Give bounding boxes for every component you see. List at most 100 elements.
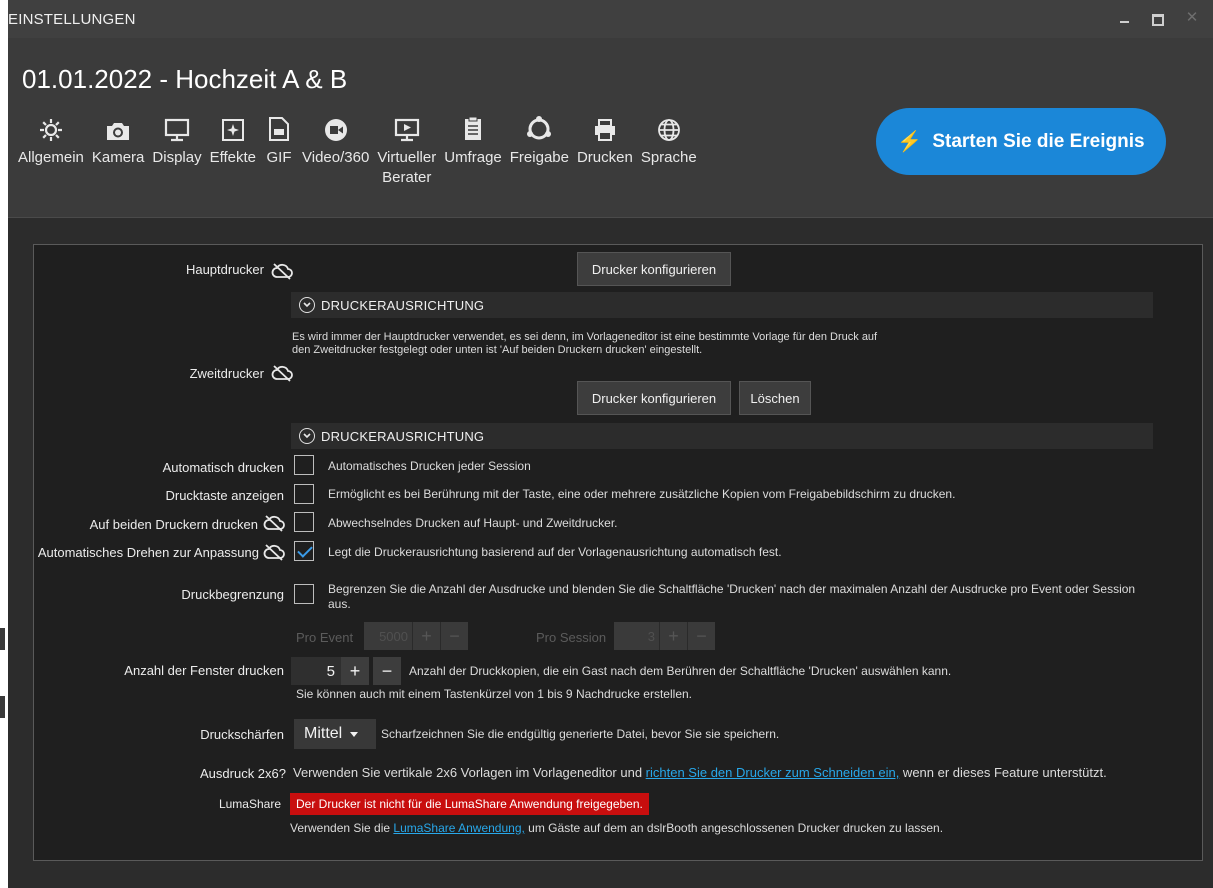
video-icon [321,112,351,148]
tab-umfrage[interactable]: Umfrage [440,112,506,188]
start-event-label: Starten Sie die Ereignis [932,130,1145,152]
per-session-input[interactable]: 3 [614,622,659,650]
tab-display[interactable]: Display [148,112,205,188]
per-event-decrement-button[interactable]: − [440,622,468,650]
lumashare-app-link[interactable]: LumaShare Anwendung, [393,821,524,835]
maximize-button[interactable] [1151,10,1165,26]
share-icon [524,112,554,148]
sharpen-label: Druckschärfen [200,727,284,742]
sharpen-description: Scharfzeichnen Sie die endgültig generie… [381,727,780,741]
option-description: Legt die Druckerausrichtung basierend au… [328,545,782,559]
copies-input[interactable]: 5 [291,657,341,685]
tab-virtueller-berater[interactable]: Virtueller Berater [373,112,440,188]
tab-label: Video/360 [302,149,370,166]
per-session-decrement-button[interactable]: − [687,622,715,650]
print-settings-panel: Hauptdrucker Drucker konfigurieren DRUCK… [33,244,1203,861]
tab-sprache[interactable]: Sprache [637,112,701,188]
chevron-down-icon [299,297,315,313]
effects-icon [218,112,248,148]
monitor-icon [162,112,192,148]
clipboard-icon [458,112,488,148]
tab-label: Virtueller Berater [377,149,437,186]
per-session-label: Pro Session [536,630,607,645]
option-label: Auf beiden Druckern drucken [89,517,258,532]
gear-icon [36,112,66,148]
option-description: Abwechselndes Drucken auf Haupt- und Zwe… [328,516,618,530]
gif-file-icon [264,112,294,148]
tab-allgemein[interactable]: Allgemein [14,112,88,188]
print-2x6-text: Verwenden Sie vertikale 2x6 Vorlagen im … [293,765,1107,780]
tab-freigabe[interactable]: Freigabe [506,112,573,188]
second-printer-label: Zweitdrucker [189,366,264,381]
window-controls: ✕ [1117,10,1199,26]
option-description: Automatisches Drucken jeder Session [328,459,531,473]
option-label: Drucktaste anzeigen [165,488,284,503]
configure-second-printer-button[interactable]: Drucker konfigurieren [577,381,731,415]
option-label: Druckbegrenzung [181,587,284,602]
event-title: 01.01.2022 - Hochzeit A & B [22,64,348,94]
delete-second-printer-button[interactable]: Löschen [739,381,811,415]
option-label: Automatisch drucken [162,460,284,475]
lumashare-text-before: Verwenden Sie die [290,821,394,835]
tab-label: Umfrage [444,149,502,166]
printer-cutting-link[interactable]: richten Sie den Drucker zum Schneiden ei… [646,765,900,780]
section-title: DRUCKERAUSRICHTUNG [321,428,485,444]
tab-label: Display [152,149,202,166]
option-label: Automatisches Drehen zur Anpassung [37,545,259,560]
tab-label: Freigabe [509,149,569,166]
print-limit-checkbox[interactable] [294,584,314,604]
minimize-button[interactable] [1117,10,1131,26]
window-title: EINSTELLUNGEN [8,11,136,28]
tab-effekte[interactable]: Effekte [206,112,260,188]
label-clip: Automatisches Drehen zur Anpassung [34,541,259,563]
lumashare-text: Verwenden Sie die LumaShare Anwendung, u… [290,821,943,836]
printer-icon [590,112,620,148]
copies-note: Sie können auch mit einem Tastenkürzel v… [296,687,692,701]
per-event-label: Pro Event [296,630,354,645]
copies-increment-button[interactable]: + [341,657,369,685]
configure-main-printer-button[interactable]: Drucker konfigurieren [577,252,731,286]
second-printer-orientation-toggle[interactable]: DRUCKERAUSRICHTUNG [291,423,1153,449]
tab-label: GIF [266,149,292,166]
tab-kamera[interactable]: Kamera [88,112,149,188]
tab-drucken[interactable]: Drucken [573,112,637,188]
presentation-icon [392,112,422,148]
section-title: DRUCKERAUSRICHTUNG [321,297,485,313]
per-event-input[interactable]: 5000 [364,622,412,650]
copies-label: Anzahl der Fenster drucken [124,663,284,678]
copies-decrement-button[interactable]: − [373,657,401,685]
chevron-down-icon [350,731,359,737]
show-print-button-checkbox[interactable] [294,484,314,504]
per-event-increment-button[interactable]: + [412,622,440,650]
cloud-off-icon [271,365,293,382]
print-both-printers-checkbox[interactable] [294,512,314,532]
copies-description: Anzahl der Druckkopien, die ein Gast nac… [409,664,952,678]
chevron-down-icon [299,428,315,444]
main-printer-orientation-toggle[interactable]: DRUCKERAUSRICHTUNG [291,292,1153,318]
option-description: Ermöglicht es bei Berührung mit der Tast… [328,487,956,501]
tab-label: Kamera [91,149,145,166]
tab-gif[interactable]: GIF [260,112,298,188]
per-session-increment-button[interactable]: + [659,622,687,650]
print-2x6-text-before: Verwenden Sie vertikale 2x6 Vorlagen im … [293,765,646,780]
tab-label: Allgemein [18,149,84,166]
title-bar: EINSTELLUNGEN ✕ [8,0,1213,38]
lumashare-label: LumaShare [218,797,281,811]
background-mark [0,628,5,650]
close-button[interactable]: ✕ [1185,10,1199,26]
cloud-off-icon [263,544,285,561]
content-area: Hauptdrucker Drucker konfigurieren DRUCK… [8,217,1213,888]
background-strip [0,0,8,888]
cloud-off-icon [271,263,293,280]
sharpen-select[interactable]: Mittel [294,719,376,749]
lumashare-warning-badge: Der Drucker ist nicht für die LumaShare … [290,793,649,815]
auto-print-checkbox[interactable] [294,455,314,475]
lumashare-text-after: um Gäste auf dem an dslrBooth angeschlos… [524,821,944,835]
tab-label: Effekte [209,149,257,166]
tab-video-360[interactable]: Video/360 [298,112,373,188]
start-event-button[interactable]: ⚡ Starten Sie die Ereignis [876,108,1166,175]
lightning-icon: ⚡ [897,131,923,153]
print-2x6-text-after: wenn er dieses Feature unterstützt. [899,765,1107,780]
auto-rotate-checkbox[interactable] [294,541,314,561]
sharpen-value: Mittel [304,725,343,742]
